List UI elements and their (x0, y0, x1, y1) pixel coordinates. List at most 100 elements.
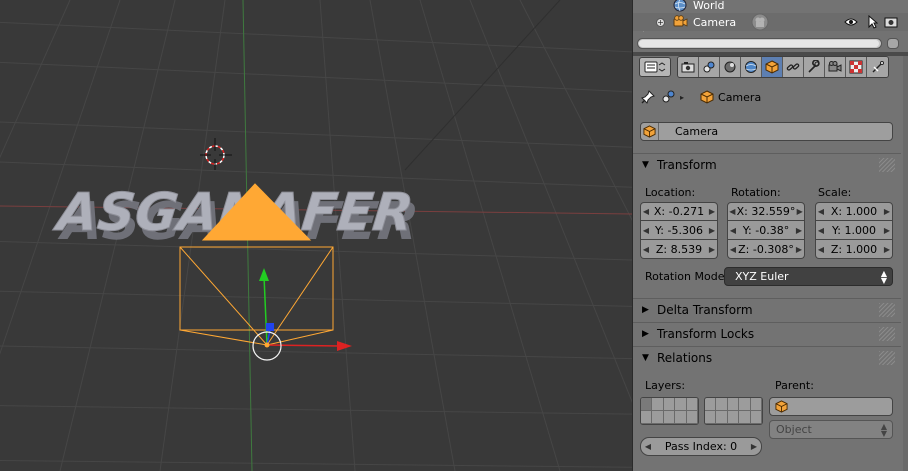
panel-drag-grip-icon[interactable] (879, 351, 895, 365)
parent-type-select[interactable]: Object ▲ ▼ (769, 420, 893, 439)
increment-arrow-icon[interactable]: ▶ (794, 226, 804, 235)
increment-arrow-icon[interactable]: ▶ (795, 207, 804, 216)
layer-toggle[interactable] (739, 411, 751, 424)
increment-arrow-icon[interactable]: ▶ (747, 442, 761, 451)
outliner[interactable]: World + Camera (633, 0, 908, 52)
layers-grid-left[interactable] (640, 397, 699, 425)
decrement-arrow-icon[interactable]: ◀ (816, 207, 826, 216)
dropdown-arrows-icon: ▲ ▼ (880, 421, 887, 438)
tab-data[interactable] (825, 57, 846, 77)
decrement-arrow-icon[interactable]: ◀ (641, 226, 651, 235)
location-z-field[interactable]: ◀ Z: 8.539 ▶ (640, 240, 718, 259)
tab-modifiers[interactable] (804, 57, 825, 77)
relations-panel-header[interactable]: ▼ Relations (633, 346, 901, 368)
render-icon (681, 62, 695, 73)
layer-toggle[interactable] (716, 398, 728, 411)
rotation-y-field[interactable]: ◀ Y: -0.38° ▶ (727, 221, 805, 240)
layers-grid-right[interactable] (704, 397, 763, 425)
decrement-arrow-icon[interactable]: ◀ (816, 245, 826, 254)
tab-render-layers[interactable] (699, 57, 720, 77)
object-name-field[interactable]: Camera (640, 122, 893, 141)
tab-world[interactable] (741, 57, 762, 77)
render-camera-icon[interactable] (883, 14, 899, 30)
scrollbar-thumb[interactable] (639, 40, 879, 47)
scale-y-field[interactable]: ◀ Y: 1.000 ▶ (815, 221, 893, 240)
layer-toggle[interactable] (663, 398, 676, 411)
scale-x-field[interactable]: ◀ X: 1.000 ▶ (815, 202, 893, 221)
parent-field[interactable] (769, 397, 893, 416)
camera-object-icon (673, 15, 688, 27)
transform-locks-panel-header[interactable]: ▶ Transform Locks (633, 322, 901, 344)
decrement-arrow-icon[interactable]: ◀ (728, 245, 738, 254)
expand-icon[interactable]: + (656, 17, 665, 27)
z-axis-arrow-icon[interactable] (266, 323, 274, 331)
layer-toggle[interactable] (705, 411, 717, 424)
rotation-x-field[interactable]: ◀ X: 32.559° ▶ (727, 202, 805, 221)
tab-constraints[interactable] (783, 57, 804, 77)
x-axis-arrow-icon[interactable] (337, 341, 352, 351)
layer-toggle[interactable] (663, 411, 676, 424)
increment-arrow-icon[interactable]: ▶ (707, 226, 717, 235)
decrement-arrow-icon[interactable]: ◀ (816, 226, 826, 235)
increment-arrow-icon[interactable]: ▶ (882, 245, 892, 254)
pin-icon[interactable] (641, 90, 655, 104)
decrement-arrow-icon[interactable]: ◀ (641, 207, 651, 216)
outliner-row-camera[interactable]: + Camera (633, 13, 908, 31)
layer-toggle[interactable] (705, 398, 717, 411)
layer-toggle[interactable] (675, 411, 687, 424)
location-y-field[interactable]: ◀ Y: -5.306 ▶ (640, 221, 718, 240)
outliner-row-world[interactable]: World (633, 0, 908, 14)
pass-index-field[interactable]: ◀ Pass Index: 0 ▶ (640, 437, 762, 456)
increment-arrow-icon[interactable]: ▶ (707, 207, 717, 216)
rotation-z-field[interactable]: ◀ Z: -0.308° ▶ (727, 240, 805, 259)
panel-drag-grip-icon[interactable] (879, 327, 895, 341)
decrement-arrow-icon[interactable]: ◀ (641, 442, 655, 451)
increment-arrow-icon[interactable]: ▶ (707, 245, 717, 254)
layer-toggle[interactable] (652, 411, 664, 424)
eye-icon[interactable] (843, 14, 859, 30)
outliner-horizontal-scrollbar[interactable] (637, 38, 882, 49)
breadcrumb: ▸ Camera (641, 88, 761, 106)
layer-toggle[interactable] (739, 398, 751, 411)
tab-scene[interactable] (720, 57, 741, 77)
layer-toggle[interactable] (686, 398, 698, 411)
panel-drag-grip-icon[interactable] (879, 303, 895, 317)
layer-toggle[interactable] (727, 398, 740, 411)
transform-panel-header[interactable]: ▼ Transform (633, 153, 901, 175)
increment-arrow-icon[interactable]: ▶ (882, 207, 892, 216)
rotation-mode-select[interactable]: XYZ Euler ▲ ▼ (724, 267, 893, 286)
tab-object[interactable] (762, 57, 783, 77)
layer-toggle[interactable] (750, 398, 762, 411)
camera-data-icon[interactable] (751, 13, 769, 31)
tab-render[interactable] (678, 57, 699, 77)
location-x-field[interactable]: ◀ X: -0.271 ▶ (640, 202, 718, 221)
transform-manipulator[interactable] (252, 268, 352, 361)
decrement-arrow-icon[interactable]: ◀ (728, 207, 737, 216)
cursor-select-icon[interactable] (865, 14, 881, 30)
world-icon (673, 0, 687, 12)
3d-viewport[interactable]: ASGANAFER ASGANAFER (0, 0, 632, 471)
decrement-arrow-icon[interactable]: ◀ (641, 245, 651, 254)
panel-drag-grip-icon[interactable] (879, 158, 895, 172)
layer-toggle[interactable] (716, 411, 728, 424)
layer-toggle[interactable] (686, 411, 698, 424)
layer-toggle[interactable] (727, 411, 740, 424)
layer-toggle[interactable] (641, 411, 653, 424)
decrement-arrow-icon[interactable]: ◀ (728, 226, 738, 235)
scrollbar-end-cap[interactable] (887, 38, 899, 49)
layer-toggle[interactable] (652, 398, 664, 411)
increment-arrow-icon[interactable]: ▶ (882, 226, 892, 235)
increment-arrow-icon[interactable]: ▶ (794, 245, 804, 254)
editor-type-button[interactable] (639, 57, 671, 77)
delta-transform-panel-header[interactable]: ▶ Delta Transform (633, 298, 901, 320)
layer-toggle[interactable] (641, 398, 653, 411)
tab-material[interactable] (846, 57, 867, 77)
layer-toggle[interactable] (750, 411, 762, 424)
tab-texture[interactable] (867, 57, 888, 77)
camera-frame (179, 246, 334, 331)
scale-z-field[interactable]: ◀ Z: 1.000 ▶ (815, 240, 893, 259)
layer-toggle[interactable] (675, 398, 687, 411)
properties-scrollbar[interactable] (903, 56, 908, 471)
viewport-canvas: ASGANAFER ASGANAFER (0, 0, 632, 471)
y-axis-arrow-icon[interactable] (259, 268, 269, 281)
